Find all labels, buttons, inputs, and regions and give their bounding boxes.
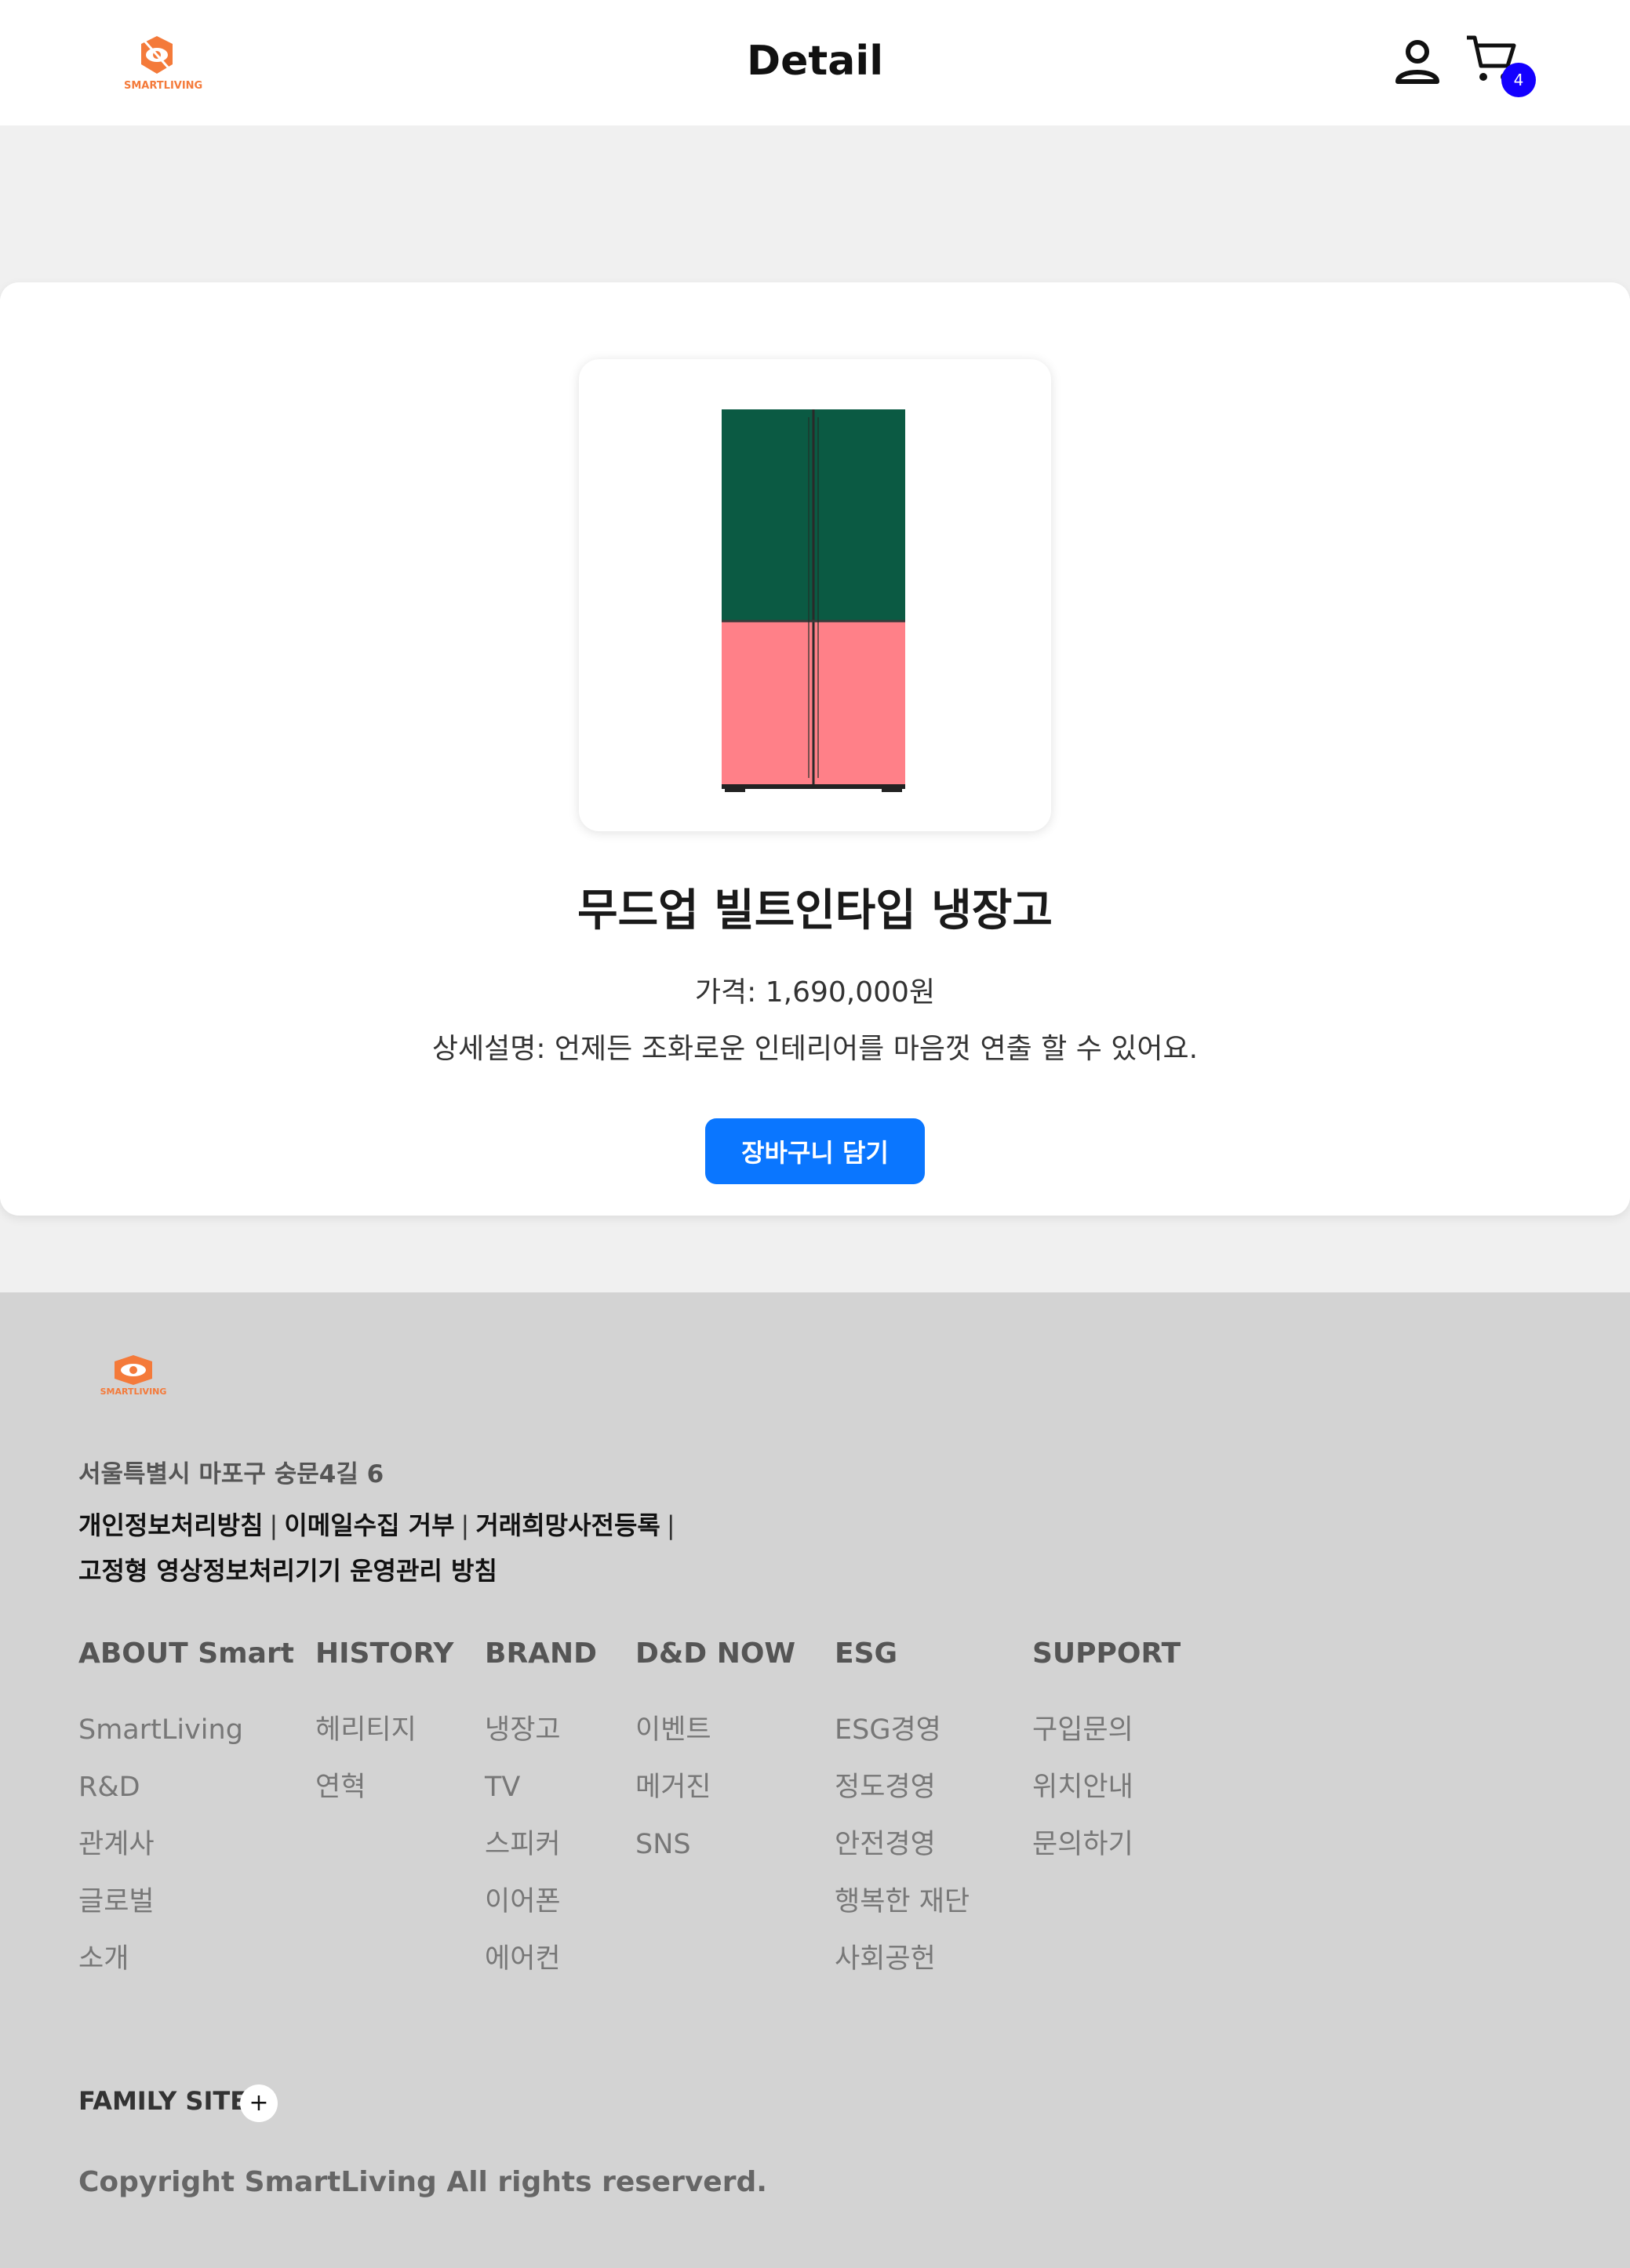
column-title: ESG: [835, 1637, 898, 1670]
footer-column-ddnow: D&D NOW 이벤트 메거진 SNS: [635, 1637, 795, 1869]
add-to-cart-button[interactable]: 장바구니 담기: [705, 1118, 925, 1184]
email-refusal-link[interactable]: 이메일수집 거부: [284, 1510, 454, 1540]
product-description: 상세설명: 언제든 조화로운 인테리어를 마음껏 연출 할 수 있어요.: [431, 1033, 1199, 1065]
copyright-text: Copyright SmartLiving All rights reserve…: [78, 2166, 767, 2198]
footer-link[interactable]: 안전경영: [835, 1823, 970, 1869]
footer-link[interactable]: 메거진: [635, 1765, 795, 1812]
footer-column-brand: BRAND 냉장고 TV 스피커 이어폰 에어컨: [485, 1637, 597, 1983]
footer-column-about: ABOUT Smart SmartLiving R&D 관계사 글로벌 소개: [78, 1637, 294, 1983]
footer-link[interactable]: 사회공헌: [835, 1937, 970, 1983]
company-address: 서울특별시 마포구 숭문4길 6: [78, 1460, 384, 1488]
column-title: BRAND: [485, 1637, 598, 1670]
footer-column-esg: ESG ESG경영 정도경영 안전경영 행복한 재단 사회공헌: [835, 1637, 970, 1983]
refrigerator-image: [722, 409, 905, 792]
policy-links-row-1: 개인정보처리방침 | 이메일수집 거부 | 거래희망사전등록 |: [78, 1506, 682, 1542]
footer-link[interactable]: 연혁: [315, 1765, 453, 1812]
trade-registration-link[interactable]: 거래희망사전등록: [475, 1510, 660, 1540]
site-footer: SMARTLIVING 서울특별시 마포구 숭문4길 6 개인정보처리방침 | 이메…: [0, 1292, 1630, 2268]
page-title: Detail: [746, 38, 884, 85]
footer-logo-text: SMARTLIVING: [100, 1387, 167, 1397]
footer-link[interactable]: ESG경영: [835, 1708, 970, 1754]
footer-link[interactable]: 에어컨: [485, 1937, 597, 1983]
policy-links-row-2: 고정형 영상정보처리기기 운영관리 방침: [78, 1551, 497, 1587]
footer-link[interactable]: TV: [485, 1765, 597, 1812]
footer-link[interactable]: SNS: [635, 1823, 795, 1869]
separator: |: [269, 1510, 278, 1540]
user-icon[interactable]: [1392, 36, 1443, 88]
footer-link[interactable]: 헤리티지: [315, 1708, 453, 1754]
footer-link[interactable]: 냉장고: [485, 1708, 597, 1754]
top-header: SMARTLIVING Detail 4: [0, 0, 1630, 125]
cart-count-badge[interactable]: 4: [1501, 63, 1536, 97]
footer-logo[interactable]: SMARTLIVING: [97, 1352, 169, 1397]
footer-link[interactable]: 이벤트: [635, 1708, 795, 1754]
separator: |: [666, 1510, 675, 1540]
footer-link[interactable]: 문의하기: [1032, 1823, 1181, 1869]
footer-link[interactable]: SmartLiving: [78, 1708, 294, 1754]
footer-column-history: HISTORY 헤리티지 연혁: [315, 1637, 453, 1812]
family-site-expand-button[interactable]: +: [240, 2084, 278, 2122]
footer-link[interactable]: 글로벌: [78, 1880, 294, 1926]
footer-link[interactable]: 위치안내: [1032, 1765, 1181, 1812]
footer-link[interactable]: 스피커: [485, 1823, 597, 1869]
footer-link[interactable]: 소개: [78, 1937, 294, 1983]
product-price: 가격: 1,690,000원: [694, 976, 936, 1009]
footer-link[interactable]: 이어폰: [485, 1880, 597, 1926]
footer-logo-mark-icon: [115, 1355, 152, 1385]
footer-link[interactable]: R&D: [78, 1765, 294, 1812]
separator: |: [460, 1510, 470, 1540]
footer-link[interactable]: 행복한 재단: [835, 1880, 970, 1926]
footer-link[interactable]: 관계사: [78, 1823, 294, 1869]
family-site-label: FAMILY SITE: [78, 2086, 248, 2116]
column-title: SUPPORT: [1032, 1637, 1181, 1670]
footer-link[interactable]: 정도경영: [835, 1765, 970, 1812]
column-title: ABOUT Smart: [78, 1637, 294, 1670]
cctv-policy-link[interactable]: 고정형 영상정보처리기기 운영관리 방침: [78, 1556, 497, 1586]
column-title: D&D NOW: [635, 1637, 796, 1670]
product-detail-card: 무드업 빌트인타입 냉장고 가격: 1,690,000원 상세설명: 언제든 조…: [0, 282, 1630, 1216]
footer-link[interactable]: 구입문의: [1032, 1708, 1181, 1754]
footer-column-support: SUPPORT 구입문의 위치안내 문의하기: [1032, 1637, 1181, 1869]
product-image-frame: [579, 359, 1051, 831]
column-title: HISTORY: [315, 1637, 454, 1670]
product-name: 무드업 빌트인타입 냉장고: [577, 885, 1053, 936]
privacy-policy-link[interactable]: 개인정보처리방침: [78, 1510, 264, 1540]
